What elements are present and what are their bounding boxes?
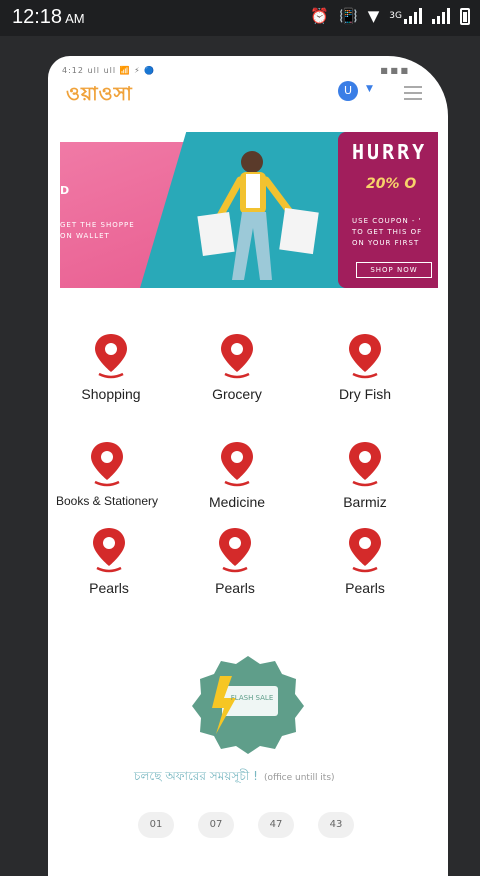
alarm-icon: ⏰	[310, 7, 330, 25]
countdown-timer: 01 07 47 43	[138, 812, 354, 838]
category-label: Pearls	[215, 580, 255, 596]
category-medicine[interactable]: Medicine	[182, 440, 292, 530]
location-pin-icon	[93, 528, 125, 573]
banner-left-heading: D	[60, 184, 70, 197]
category-label: Pearls	[89, 580, 129, 596]
category-pearls-3[interactable]: Pearls	[310, 526, 420, 616]
banner-hurry-text: HURRY	[352, 140, 428, 164]
category-label: Shopping	[81, 386, 141, 402]
app-screenshot: 4:12 ull ull 📶 ⚡ 🔵 ■ ■ ■ ওয়াওসা U ▼ D G…	[48, 56, 448, 876]
category-dry-fish[interactable]: Dry Fish	[310, 332, 420, 422]
inner-status-left: 4:12 ull ull 📶 ⚡ 🔵	[62, 66, 156, 75]
category-books-stationery[interactable]: Books & Stationery	[52, 440, 162, 530]
category-shopping[interactable]: Shopping	[56, 332, 166, 422]
shop-now-button[interactable]: SHOP NOW	[356, 262, 432, 278]
category-pearls-1[interactable]: Pearls	[54, 526, 164, 616]
banner-discount-text: 20% O	[366, 176, 417, 192]
category-label: Grocery	[212, 386, 262, 402]
banner-coupon-text: USE COUPON - ' TO GET THIS OF ON YOUR FI…	[352, 217, 423, 247]
signal-icon	[404, 8, 422, 24]
location-pin-icon	[91, 442, 123, 487]
user-avatar-icon[interactable]: U	[338, 81, 358, 101]
location-pin-icon	[221, 442, 253, 487]
offer-schedule-text: চলছে অফারের সময়সূচী ! (office untill its…	[134, 768, 335, 788]
location-pin-icon	[349, 528, 381, 573]
vibrate-icon: 📳	[339, 7, 358, 25]
wifi-icon: ▼	[367, 7, 380, 25]
app-logo[interactable]: ওয়াওসা	[66, 80, 133, 112]
timer-minutes: 47	[258, 812, 294, 838]
offer-schedule-sub: (office untill its)	[263, 773, 335, 783]
flash-sale-badge-icon: FLASH SALE	[192, 656, 304, 754]
banner-left-text: GET THE SHOPPE ON WALLET	[60, 221, 135, 240]
hamburger-menu-icon[interactable]	[404, 86, 422, 104]
banner-slide-right: HURRY 20% O USE COUPON - ' TO GET THIS O…	[338, 132, 438, 288]
offer-schedule-bengali: চলছে অফারের সময়সূচী !	[134, 769, 258, 783]
inner-status-right: ■ ■ ■	[380, 66, 408, 75]
location-pin-icon	[219, 528, 251, 573]
category-barmiz[interactable]: Barmiz	[310, 440, 420, 530]
status-time: 12:18 AM	[12, 6, 85, 29]
flash-sale-badge[interactable]: FLASH SALE	[190, 654, 306, 754]
chevron-down-icon[interactable]: ▼	[366, 84, 373, 94]
timer-days: 01	[138, 812, 174, 838]
promo-banner[interactable]: D GET THE SHOPPE ON WALLET HURRY 20% O U…	[60, 132, 438, 288]
category-label: Medicine	[208, 494, 266, 510]
status-time-ampm: AM	[65, 11, 85, 26]
category-grocery[interactable]: Grocery	[182, 332, 292, 422]
location-pin-icon	[349, 442, 381, 487]
timer-seconds: 43	[318, 812, 354, 838]
status-bar: 12:18 AM ⏰ 📳 ▼ 3G	[0, 0, 480, 36]
category-pearls-2[interactable]: Pearls	[180, 526, 290, 616]
badge-text: FLASH SALE	[231, 694, 274, 702]
location-pin-icon	[95, 334, 127, 379]
status-icons: ⏰ 📳 ▼ 3G	[310, 7, 470, 25]
location-pin-icon	[221, 334, 253, 379]
location-pin-icon	[349, 334, 381, 379]
signal-icon-2	[432, 8, 450, 24]
category-label: Barmiz	[343, 494, 387, 510]
category-label: Dry Fish	[338, 386, 392, 402]
timer-hours: 07	[198, 812, 234, 838]
category-label: Pearls	[345, 580, 385, 596]
battery-icon	[460, 7, 470, 25]
network-type: 3G	[389, 11, 402, 21]
status-time-value: 12:18	[12, 6, 63, 28]
category-label: Books & Stationery	[55, 494, 159, 508]
